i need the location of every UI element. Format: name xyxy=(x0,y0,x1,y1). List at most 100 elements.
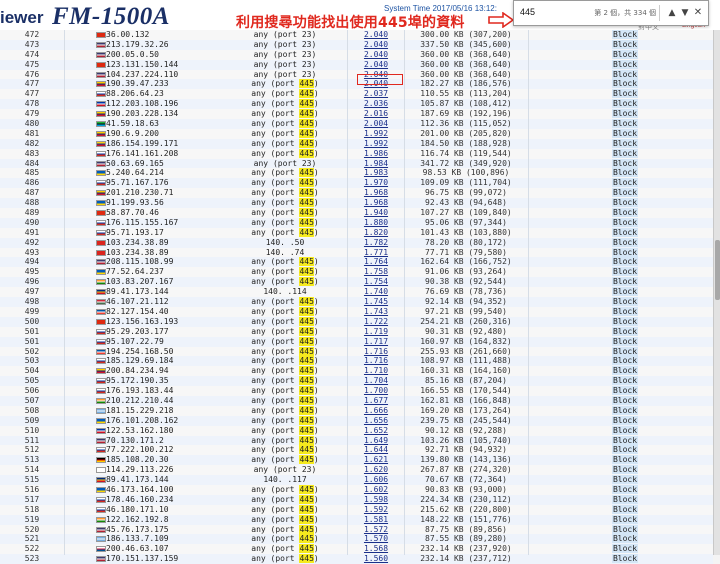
source-ip[interactable]: 176.115.155.167 xyxy=(106,218,186,228)
hit-count-link[interactable]: 1.677 xyxy=(348,396,404,406)
source-ip[interactable]: 41.59.18.63 xyxy=(106,119,186,129)
hit-count-link[interactable]: 1.984 xyxy=(348,159,404,169)
hit-count-link[interactable]: 1.743 xyxy=(348,307,404,317)
hit-count-link[interactable]: 1.704 xyxy=(348,376,404,386)
source-ip[interactable]: 170.151.137.159 xyxy=(106,554,186,564)
source-ip[interactable]: 95.172.190.35 xyxy=(106,376,186,386)
source-ip[interactable]: 176.193.183.44 xyxy=(106,386,186,396)
source-ip[interactable]: 194.254.168.50 xyxy=(106,347,186,357)
hit-count-link[interactable]: 1.771 xyxy=(348,248,404,258)
source-ip[interactable]: 95.29.203.177 xyxy=(106,327,186,337)
hit-count-link[interactable]: 1.710 xyxy=(348,366,404,376)
source-ip[interactable]: 210.212.210.44 xyxy=(106,396,186,406)
find-close-icon[interactable]: ✕ xyxy=(691,5,705,21)
hit-count-link[interactable]: 1.782 xyxy=(348,238,404,248)
find-previous-icon[interactable]: ▲ xyxy=(665,5,679,21)
source-ip[interactable]: 186.133.7.109 xyxy=(106,534,186,544)
source-ip[interactable]: 5.240.64.214 xyxy=(106,168,186,178)
source-ip[interactable]: 114.29.113.226 xyxy=(106,465,186,475)
hit-count-link[interactable]: 1.602 xyxy=(348,485,404,495)
hit-count-link[interactable]: 1.656 xyxy=(348,416,404,426)
source-ip[interactable]: 123.131.150.144 xyxy=(106,60,186,70)
source-ip[interactable]: 95.71.193.17 xyxy=(106,228,186,238)
hit-count-link[interactable]: 1.722 xyxy=(348,317,404,327)
hit-count-link[interactable]: 1.992 xyxy=(348,129,404,139)
hit-count-link[interactable]: 1.652 xyxy=(348,426,404,436)
hit-count-link[interactable]: 1.568 xyxy=(348,544,404,554)
hit-count-link[interactable]: 1.880 xyxy=(348,218,404,228)
hit-count-link[interactable]: 1.560 xyxy=(348,554,404,564)
source-ip[interactable]: 176.141.161.208 xyxy=(106,149,186,159)
hit-count-link[interactable]: 1.606 xyxy=(348,475,404,485)
hit-count-link[interactable]: 1.820 xyxy=(348,228,404,238)
source-ip[interactable]: 77.222.100.212 xyxy=(106,445,186,455)
source-ip[interactable]: 58.87.70.46 xyxy=(106,208,186,218)
hit-count-link[interactable]: 1.986 xyxy=(348,149,404,159)
hit-count-link[interactable]: 1.649 xyxy=(348,436,404,446)
source-ip[interactable]: 181.15.229.218 xyxy=(106,406,186,416)
hit-count-link[interactable]: 1.716 xyxy=(348,356,404,366)
source-ip[interactable]: 112.203.108.196 xyxy=(106,99,186,109)
source-ip[interactable]: 186.154.199.171 xyxy=(106,139,186,149)
source-ip[interactable]: 77.52.64.237 xyxy=(106,267,186,277)
source-ip[interactable]: 50.63.69.165 xyxy=(106,159,186,169)
scrollbar-thumb[interactable] xyxy=(715,240,720,300)
hit-count-link[interactable]: 2.040 xyxy=(348,50,404,60)
hit-count-link[interactable]: 1.940 xyxy=(348,208,404,218)
hit-count-link[interactable]: 1.764 xyxy=(348,257,404,267)
hit-count-link[interactable]: 1.581 xyxy=(348,515,404,525)
find-next-icon[interactable]: ▼ xyxy=(678,5,692,21)
hit-count-link[interactable]: 2.036 xyxy=(348,99,404,109)
source-ip[interactable]: 88.206.64.23 xyxy=(106,89,186,99)
source-ip[interactable]: 46.107.21.112 xyxy=(106,297,186,307)
hit-count-link[interactable]: 1.620 xyxy=(348,465,404,475)
source-ip[interactable]: 95.107.22.79 xyxy=(106,337,186,347)
source-ip[interactable]: 190.203.228.134 xyxy=(106,109,186,119)
source-ip[interactable]: 103.234.38.89 xyxy=(106,238,186,248)
source-ip[interactable]: 45.76.173.175 xyxy=(106,525,186,535)
source-ip[interactable]: 176.101.208.162 xyxy=(106,416,186,426)
source-ip[interactable]: 190.39.47.233 xyxy=(106,79,186,89)
source-ip[interactable]: 178.46.160.234 xyxy=(106,495,186,505)
hit-count-link[interactable]: 1.598 xyxy=(348,495,404,505)
source-ip[interactable]: 82.127.154.40 xyxy=(106,307,186,317)
hit-count-link[interactable]: 1.754 xyxy=(348,277,404,287)
source-ip[interactable]: 122.162.192.8 xyxy=(106,515,186,525)
source-ip[interactable]: 103.83.207.167 xyxy=(106,277,186,287)
hit-count-link[interactable]: 1.968 xyxy=(348,188,404,198)
hit-count-link[interactable]: 2.016 xyxy=(348,109,404,119)
hit-count-link[interactable]: 1.700 xyxy=(348,386,404,396)
source-ip[interactable]: 200.84.234.94 xyxy=(106,366,186,376)
source-ip[interactable]: 103.234.38.89 xyxy=(106,248,186,258)
hit-count-link[interactable]: 1.970 xyxy=(348,178,404,188)
hit-count-link[interactable]: 1.983 xyxy=(348,168,404,178)
hit-count-link[interactable]: 1.621 xyxy=(348,455,404,465)
hit-count-link[interactable]: 2.040 xyxy=(348,30,404,40)
hit-count-link[interactable]: 1.992 xyxy=(348,139,404,149)
hit-count-link[interactable]: 2.037 xyxy=(348,89,404,99)
source-ip[interactable]: 185.108.20.30 xyxy=(106,455,186,465)
source-ip[interactable]: 95.71.167.176 xyxy=(106,178,186,188)
hit-count-link[interactable]: 1.758 xyxy=(348,267,404,277)
hit-count-link[interactable]: 2.004 xyxy=(348,119,404,129)
hit-count-link[interactable]: 2.040 xyxy=(348,40,404,50)
source-ip[interactable]: 91.199.93.56 xyxy=(106,198,186,208)
hit-count-link[interactable]: 1.740 xyxy=(348,287,404,297)
vertical-scrollbar[interactable] xyxy=(713,30,720,555)
hit-count-link[interactable]: 1.666 xyxy=(348,406,404,416)
source-ip[interactable]: 36.00.132 xyxy=(106,30,186,40)
source-ip[interactable]: 201.210.230.71 xyxy=(106,188,186,198)
hit-count-link[interactable]: 1.570 xyxy=(348,534,404,544)
hit-count-link[interactable]: 1.745 xyxy=(348,297,404,307)
source-ip[interactable]: 190.6.9.200 xyxy=(106,129,186,139)
hit-count-link[interactable]: 1.644 xyxy=(348,445,404,455)
hit-count-link[interactable]: 1.719 xyxy=(348,327,404,337)
source-ip[interactable]: 213.179.32.26 xyxy=(106,40,186,50)
source-ip[interactable]: 89.41.173.144 xyxy=(106,287,186,297)
hit-count-link[interactable]: 2.040 xyxy=(348,60,404,70)
source-ip[interactable]: 200.05.0.50 xyxy=(106,50,186,60)
hit-count-link[interactable]: 1.592 xyxy=(348,505,404,515)
source-ip[interactable]: 208.115.108.99 xyxy=(106,257,186,267)
source-ip[interactable]: 123.156.163.193 xyxy=(106,317,186,327)
source-ip[interactable]: 122.53.162.180 xyxy=(106,426,186,436)
